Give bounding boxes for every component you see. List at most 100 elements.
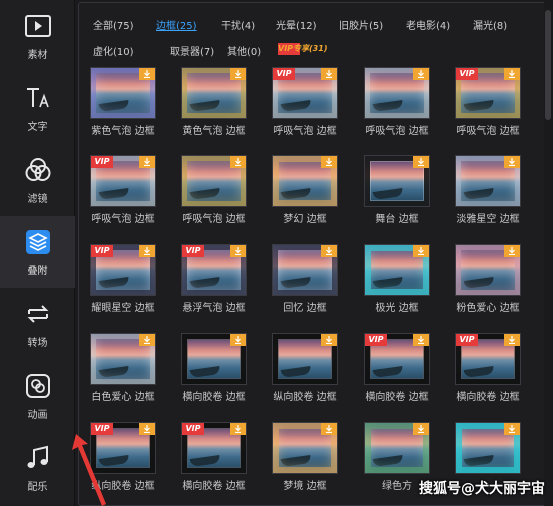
effect-thumbnail[interactable] <box>90 67 156 119</box>
effect-card[interactable]: VIP 呼吸气泡 边框 <box>272 67 338 137</box>
effect-thumbnail[interactable]: VIP <box>90 155 156 207</box>
effect-card[interactable]: 纵向胶卷 边框 <box>272 333 338 403</box>
filter-tab-1[interactable]: 边框(25) <box>156 17 197 32</box>
effect-thumbnail[interactable] <box>455 422 521 474</box>
effect-thumbnail[interactable] <box>90 333 156 385</box>
effect-card[interactable]: 淡雅星空 边框 <box>455 155 521 225</box>
download-icon[interactable] <box>413 423 429 435</box>
filter-tab-2[interactable]: 干扰(4) <box>221 17 255 32</box>
effect-card[interactable]: 回忆 边框 <box>272 244 338 314</box>
filter-tab-6[interactable]: 漏光(8) <box>473 17 507 32</box>
download-icon[interactable] <box>504 68 520 80</box>
download-icon[interactable] <box>139 423 155 435</box>
effect-card[interactable]: 梦境 边框 <box>272 422 338 492</box>
effect-label: 极光 边框 <box>375 303 419 314</box>
download-icon[interactable] <box>139 156 155 168</box>
effect-thumbnail[interactable]: VIP <box>181 244 247 296</box>
download-icon[interactable] <box>413 245 429 257</box>
vip-badge: VIP <box>91 156 113 168</box>
filter-tab-3[interactable]: 光晕(12) <box>276 17 317 32</box>
sidebar-item-6[interactable]: 配乐 <box>0 432 75 504</box>
effect-card[interactable]: 呼吸气泡 边框 <box>181 155 247 225</box>
effect-card[interactable]: 舞台 边框 <box>364 155 430 225</box>
filter-tab-9[interactable]: 其他(0) <box>227 43 261 58</box>
sidebar-item-1[interactable]: 文字 <box>0 72 75 144</box>
watermark: 搜狐号@犬大丽宇宙 <box>419 481 545 497</box>
download-icon[interactable] <box>413 334 429 346</box>
effect-thumbnail[interactable] <box>181 333 247 385</box>
scroll-thumb[interactable] <box>545 10 551 120</box>
effect-card[interactable]: VIP 悬浮气泡 边框 <box>181 244 247 314</box>
filter-tab-10[interactable]: VIP专享(31) <box>278 43 327 55</box>
sidebar-item-0[interactable]: 素材 <box>0 0 75 72</box>
filter-tab-7[interactable]: 虚化(10) <box>93 43 134 58</box>
download-icon[interactable] <box>321 156 337 168</box>
sidebar-item-5[interactable]: 动画 <box>0 360 75 432</box>
effect-label: 淡雅星空 边框 <box>456 214 520 225</box>
download-icon[interactable] <box>321 245 337 257</box>
effect-thumbnail[interactable]: VIP <box>364 333 430 385</box>
filter-tab-5[interactable]: 老电影(4) <box>406 17 450 32</box>
effect-thumbnail[interactable] <box>272 422 338 474</box>
download-icon[interactable] <box>321 334 337 346</box>
effect-card[interactable]: VIP 呼吸气泡 边框 <box>90 155 156 225</box>
effect-thumbnail[interactable] <box>272 333 338 385</box>
download-icon[interactable] <box>230 156 246 168</box>
sidebar-item-3[interactable]: 叠附 <box>0 216 75 288</box>
download-icon[interactable] <box>230 423 246 435</box>
download-icon[interactable] <box>321 423 337 435</box>
filter-tab-8[interactable]: 取景器(7) <box>170 43 214 58</box>
effect-card[interactable]: VIP 横向胶卷 边框 <box>364 333 430 403</box>
effect-card[interactable]: 黄色气泡 边框 <box>181 67 247 137</box>
effect-thumbnail[interactable] <box>364 422 430 474</box>
effect-label: 呼吸气泡 边框 <box>456 126 520 137</box>
download-icon[interactable] <box>413 68 429 80</box>
sidebar-item-2[interactable]: 滤镜 <box>0 144 75 216</box>
effect-thumbnail[interactable] <box>455 155 521 207</box>
effect-thumbnail[interactable] <box>181 67 247 119</box>
effect-thumbnail[interactable] <box>272 155 338 207</box>
vip-badge: VIP <box>365 334 387 346</box>
effect-thumbnail[interactable]: VIP <box>455 67 521 119</box>
effect-card[interactable]: 白色爱心 边框 <box>90 333 156 403</box>
download-icon[interactable] <box>504 423 520 435</box>
download-icon[interactable] <box>139 68 155 80</box>
effect-card[interactable]: 横向胶卷 边框 <box>181 333 247 403</box>
effect-card[interactable]: 极光 边框 <box>364 244 430 314</box>
effect-card[interactable]: 梦幻 边框 <box>272 155 338 225</box>
effect-thumbnail[interactable] <box>272 244 338 296</box>
sidebar-item-4[interactable]: 转场 <box>0 288 75 360</box>
download-icon[interactable] <box>230 68 246 80</box>
transition-icon <box>24 300 52 328</box>
effect-thumbnail[interactable] <box>364 67 430 119</box>
effect-thumbnail[interactable] <box>181 155 247 207</box>
effect-thumbnail[interactable]: VIP <box>90 244 156 296</box>
download-icon[interactable] <box>504 334 520 346</box>
download-icon[interactable] <box>230 245 246 257</box>
download-icon[interactable] <box>504 156 520 168</box>
download-icon[interactable] <box>139 334 155 346</box>
effect-card[interactable]: VIP 横向胶卷 边框 <box>181 422 247 492</box>
effect-card[interactable]: VIP 呼吸气泡 边框 <box>455 67 521 137</box>
effect-card[interactable]: 粉色爱心 边框 <box>455 244 521 314</box>
filter-tab-0[interactable]: 全部(75) <box>93 17 134 32</box>
effect-thumbnail[interactable] <box>364 244 430 296</box>
effect-card[interactable]: 紫色气泡 边框 <box>90 67 156 137</box>
filter-tab-4[interactable]: 旧胶片(5) <box>339 17 383 32</box>
scrollbar[interactable] <box>544 0 553 506</box>
download-icon[interactable] <box>230 334 246 346</box>
effect-thumbnail[interactable]: VIP <box>272 67 338 119</box>
download-icon[interactable] <box>413 156 429 168</box>
effect-thumbnail[interactable] <box>364 155 430 207</box>
effect-thumbnail[interactable]: VIP <box>181 422 247 474</box>
sidebar-item-label: 动画 <box>27 409 48 421</box>
effect-card[interactable]: 呼吸气泡 边框 <box>364 67 430 137</box>
effect-thumbnail[interactable] <box>455 244 521 296</box>
download-icon[interactable] <box>139 245 155 257</box>
download-icon[interactable] <box>504 245 520 257</box>
download-icon[interactable] <box>321 68 337 80</box>
effect-label: 横向胶卷 边框 <box>365 392 429 403</box>
effect-card[interactable]: VIP 横向胶卷 边框 <box>455 333 521 403</box>
effect-card[interactable]: VIP 耀眼星空 边框 <box>90 244 156 314</box>
effect-thumbnail[interactable]: VIP <box>455 333 521 385</box>
